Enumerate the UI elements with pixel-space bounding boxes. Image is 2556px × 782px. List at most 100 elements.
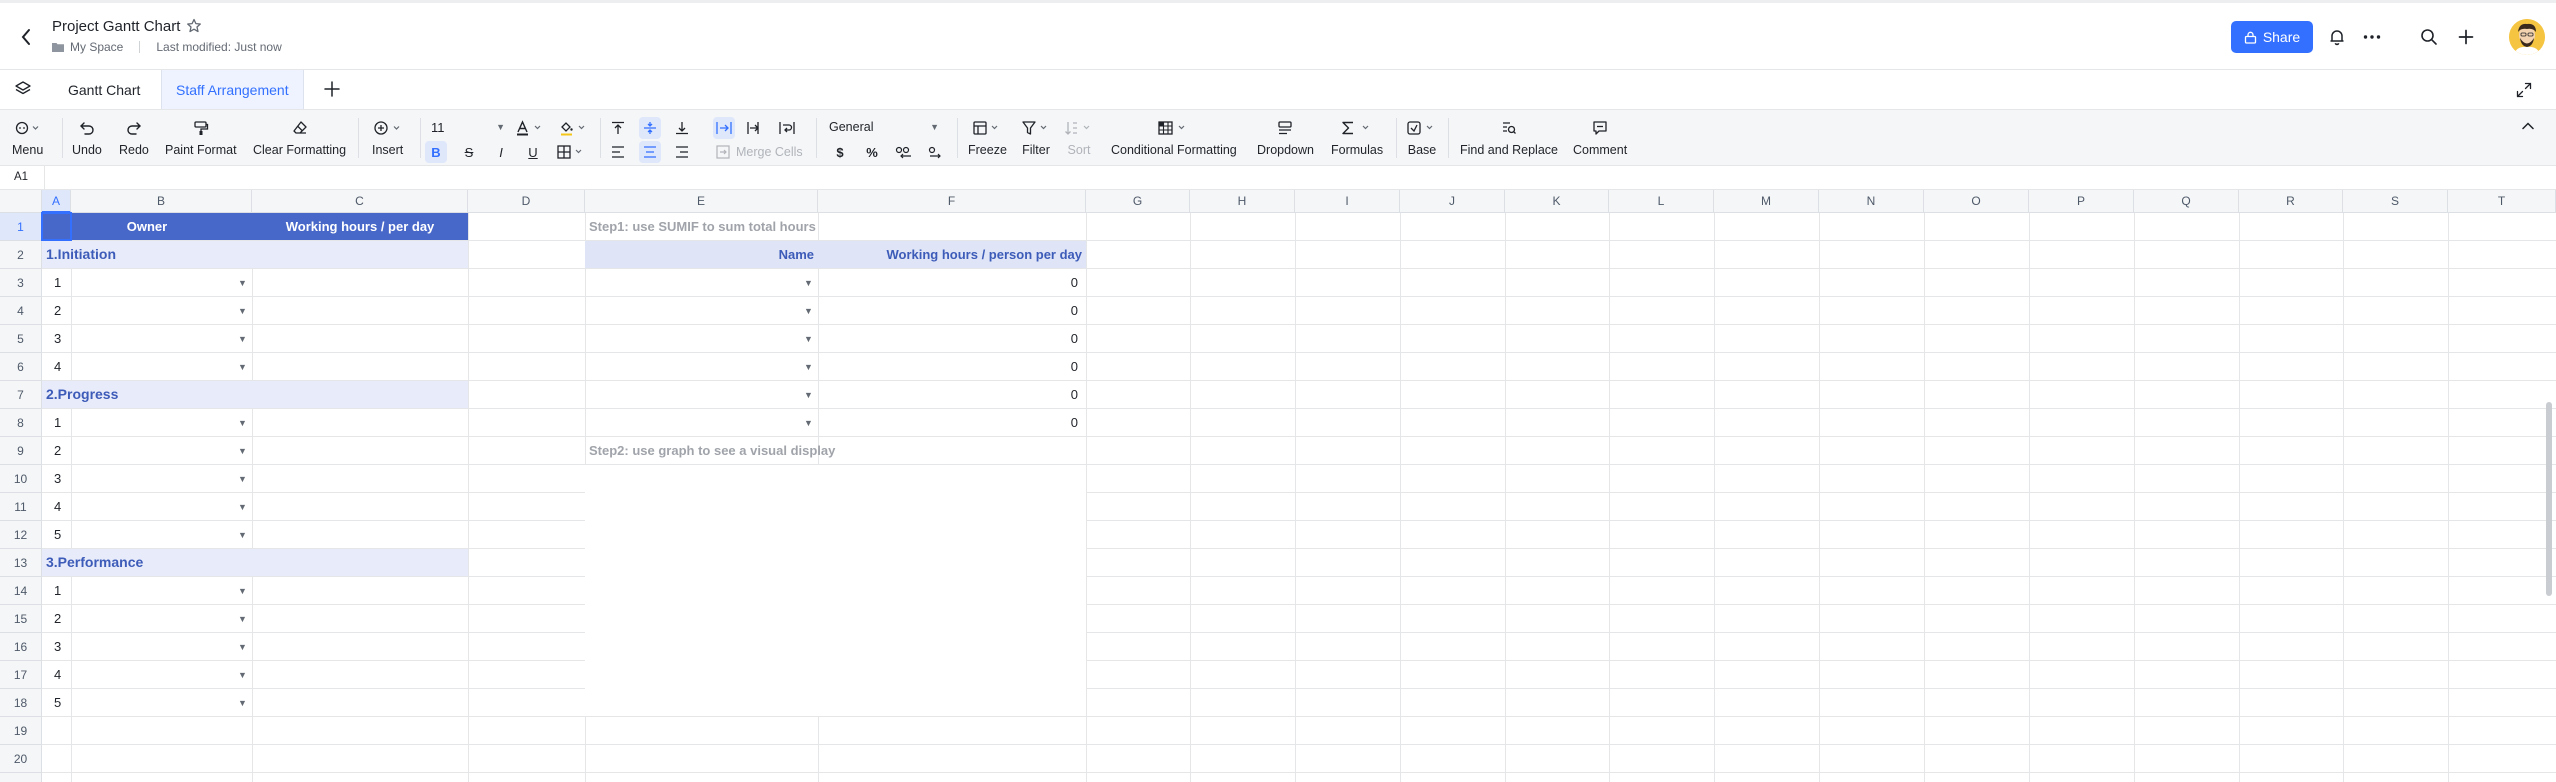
column-header-c[interactable]: C: [252, 190, 468, 213]
tab-staff-arrangement[interactable]: Staff Arrangement: [161, 70, 304, 110]
dropdown-arrow-icon[interactable]: ▼: [238, 306, 247, 316]
borders-button[interactable]: [553, 141, 589, 163]
number-format-select[interactable]: General ▼: [829, 116, 939, 138]
row-header-20[interactable]: 20: [0, 745, 42, 773]
column-header-h[interactable]: H: [1190, 190, 1295, 213]
column-header-t[interactable]: T: [2448, 190, 2556, 213]
column-header-p[interactable]: P: [2029, 190, 2134, 213]
owner-cell[interactable]: [71, 633, 252, 660]
dropdown-arrow-icon[interactable]: ▼: [804, 362, 813, 372]
currency-format-button[interactable]: $: [829, 141, 851, 163]
decrease-decimal-button[interactable]: [893, 141, 915, 163]
dropdown-arrow-icon[interactable]: ▼: [238, 446, 247, 456]
owner-cell[interactable]: [71, 661, 252, 688]
name-cell[interactable]: [585, 381, 818, 408]
folder-link[interactable]: My Space: [70, 40, 123, 54]
filter-button[interactable]: Filter: [1021, 116, 1051, 157]
row-header-21[interactable]: 21: [0, 773, 42, 782]
align-top-button[interactable]: [607, 117, 629, 139]
fullscreen-icon[interactable]: [2516, 82, 2532, 98]
percent-format-button[interactable]: %: [861, 141, 883, 163]
column-header-j[interactable]: J: [1400, 190, 1505, 213]
comment-button[interactable]: Comment: [1573, 116, 1627, 157]
column-header-b[interactable]: B: [71, 190, 252, 213]
row-header-16[interactable]: 16: [0, 633, 42, 661]
row-header-13[interactable]: 13: [0, 549, 42, 577]
align-left-button[interactable]: [607, 141, 629, 163]
hours-cell[interactable]: [252, 409, 468, 436]
owner-cell[interactable]: [71, 269, 252, 296]
freeze-button[interactable]: Freeze: [968, 116, 1007, 157]
dropdown-arrow-icon[interactable]: ▼: [238, 362, 247, 372]
name-cell[interactable]: [585, 409, 818, 436]
hours-cell[interactable]: [252, 493, 468, 520]
conditional-formatting-button[interactable]: Conditional Formatting: [1111, 116, 1237, 157]
wrap-overflow-button[interactable]: [713, 117, 735, 139]
align-right-button[interactable]: [671, 141, 693, 163]
select-all-corner[interactable]: [0, 190, 42, 213]
hours-cell[interactable]: [252, 661, 468, 688]
row-header-14[interactable]: 14: [0, 577, 42, 605]
hours-cell[interactable]: [252, 269, 468, 296]
hours-cell[interactable]: [252, 577, 468, 604]
row-header-17[interactable]: 17: [0, 661, 42, 689]
owner-cell[interactable]: [71, 437, 252, 464]
owner-cell[interactable]: [71, 605, 252, 632]
dropdown-arrow-icon[interactable]: ▼: [238, 278, 247, 288]
owner-cell[interactable]: [71, 493, 252, 520]
dropdown-button[interactable]: Dropdown: [1257, 116, 1314, 157]
tab-gantt-chart[interactable]: Gantt Chart: [54, 70, 154, 110]
find-replace-button[interactable]: Find and Replace: [1460, 116, 1558, 157]
dropdown-arrow-icon[interactable]: ▼: [238, 418, 247, 428]
collapse-toolbar-icon[interactable]: [2520, 118, 2536, 134]
column-header-k[interactable]: K: [1505, 190, 1609, 213]
column-header-m[interactable]: M: [1714, 190, 1819, 213]
dropdown-arrow-icon[interactable]: ▼: [238, 670, 247, 680]
hours-cell[interactable]: [252, 465, 468, 492]
owner-cell[interactable]: [71, 297, 252, 324]
search-button[interactable]: [2416, 24, 2442, 50]
row-header-3[interactable]: 3: [0, 269, 42, 297]
name-cell[interactable]: [585, 269, 818, 296]
owner-cell[interactable]: [71, 353, 252, 380]
share-button[interactable]: Share: [2231, 21, 2313, 53]
row-header-6[interactable]: 6: [0, 353, 42, 381]
align-center-button[interactable]: [639, 141, 661, 163]
row-header-2[interactable]: 2: [0, 241, 42, 269]
hours-cell[interactable]: [252, 325, 468, 352]
add-button[interactable]: [2453, 24, 2479, 50]
dropdown-arrow-icon[interactable]: ▼: [804, 278, 813, 288]
merge-cells-button[interactable]: Merge Cells: [716, 141, 803, 163]
user-avatar[interactable]: [2509, 19, 2545, 55]
hours-cell[interactable]: [252, 689, 468, 716]
column-header-n[interactable]: N: [1819, 190, 1924, 213]
row-header-7[interactable]: 7: [0, 381, 42, 409]
font-size-select[interactable]: 11 ▼: [431, 116, 505, 138]
hours-cell[interactable]: [252, 353, 468, 380]
column-header-f[interactable]: F: [818, 190, 1086, 213]
insert-button[interactable]: Insert: [372, 116, 403, 157]
formulas-button[interactable]: Formulas: [1331, 116, 1383, 157]
strikethrough-button[interactable]: S: [458, 141, 480, 163]
dropdown-arrow-icon[interactable]: ▼: [804, 418, 813, 428]
back-button[interactable]: [14, 23, 38, 51]
align-middle-button[interactable]: [639, 117, 661, 139]
fill-color-button[interactable]: [557, 117, 591, 139]
bold-button[interactable]: B: [425, 141, 447, 163]
font-color-button[interactable]: [513, 117, 547, 139]
hours-cell[interactable]: [252, 605, 468, 632]
column-header-l[interactable]: L: [1609, 190, 1714, 213]
hours-cell[interactable]: [252, 521, 468, 548]
selected-cell-a1[interactable]: [41, 212, 72, 241]
owner-cell[interactable]: [71, 325, 252, 352]
row-header-9[interactable]: 9: [0, 437, 42, 465]
add-sheet-icon[interactable]: [322, 79, 342, 99]
hours-cell[interactable]: [252, 633, 468, 660]
row-header-11[interactable]: 11: [0, 493, 42, 521]
dropdown-arrow-icon[interactable]: ▼: [238, 502, 247, 512]
column-header-a[interactable]: A: [42, 190, 71, 213]
row-header-5[interactable]: 5: [0, 325, 42, 353]
cell-reference[interactable]: A1: [14, 171, 28, 183]
vertical-scrollbar[interactable]: [2546, 402, 2552, 596]
menu-button[interactable]: Menu: [12, 116, 43, 157]
